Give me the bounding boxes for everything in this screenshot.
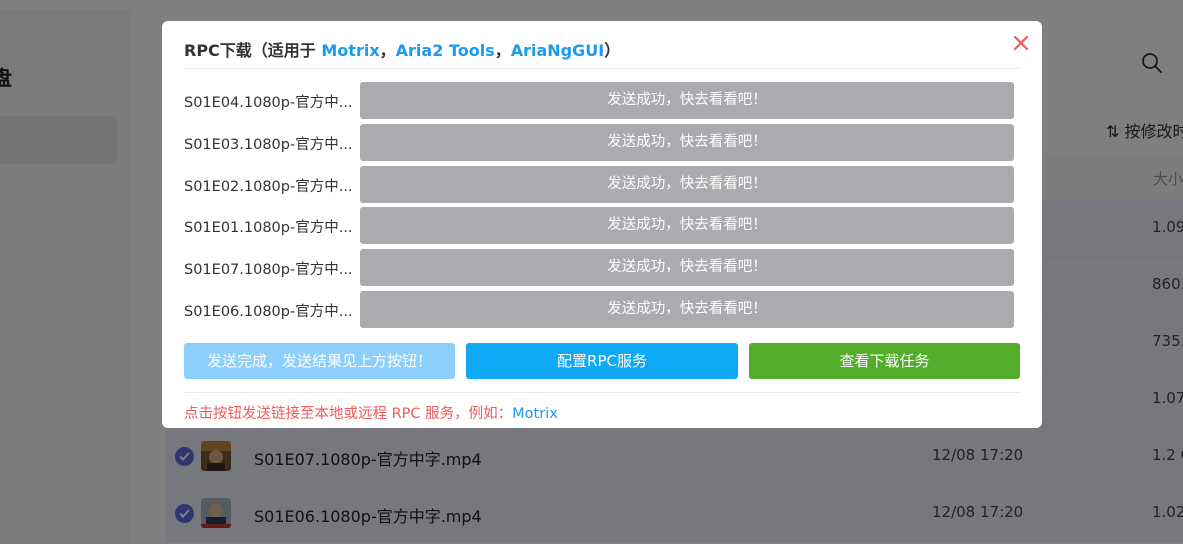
title-separator: ， xyxy=(494,41,511,60)
view-download-tasks-button[interactable]: 查看下载任务 xyxy=(749,343,1020,379)
task-file-name: S01E07.1080p-官方中... xyxy=(184,262,353,278)
task-status-button[interactable]: 发送成功，快去看看吧！ xyxy=(360,166,1014,203)
configure-rpc-button[interactable]: 配置RPC服务 xyxy=(466,343,738,379)
task-file-name: S01E02.1080p-官方中... xyxy=(184,179,353,195)
task-file-name: S01E06.1080p-官方中... xyxy=(184,304,353,320)
rpc-download-dialog: RPC下载（适用于 Motrix，Aria2 Tools，AriaNgGUI） … xyxy=(162,21,1042,428)
task-row: S01E06.1080p-官方中... 发送成功，快去看看吧！ xyxy=(184,291,1014,328)
close-icon[interactable] xyxy=(1011,33,1031,53)
task-status-button[interactable]: 发送成功，快去看看吧！ xyxy=(360,82,1014,119)
task-file-name: S01E01.1080p-官方中... xyxy=(184,220,353,236)
task-row: S01E02.1080p-官方中... 发送成功，快去看看吧！ xyxy=(184,166,1014,203)
send-complete-button[interactable]: 发送完成，发送结果见上方按钮！ xyxy=(184,343,455,379)
divider xyxy=(184,68,1020,69)
task-status-button[interactable]: 发送成功，快去看看吧！ xyxy=(360,207,1014,244)
task-status-button[interactable]: 发送成功，快去看看吧！ xyxy=(360,124,1014,161)
hint-text: 点击按钮发送链接至本地或远程 RPC 服务，例如： xyxy=(184,406,513,422)
title-separator: ， xyxy=(379,41,396,60)
rpc-hint: 点击按钮发送链接至本地或远程 RPC 服务，例如：Motrix xyxy=(184,402,558,423)
dialog-title: RPC下载（适用于 Motrix，Aria2 Tools，AriaNgGUI） xyxy=(184,37,620,61)
title-suffix: ） xyxy=(604,41,621,60)
task-status-button[interactable]: 发送成功，快去看看吧！ xyxy=(360,291,1014,328)
task-row: S01E03.1080p-官方中... 发送成功，快去看看吧！ xyxy=(184,124,1014,161)
motrix-link[interactable]: Motrix xyxy=(321,41,379,60)
task-row: S01E07.1080p-官方中... 发送成功，快去看看吧！ xyxy=(184,249,1014,286)
task-row: S01E04.1080p-官方中... 发送成功，快去看看吧！ xyxy=(184,82,1014,119)
divider xyxy=(184,392,1020,393)
ariang-gui-link[interactable]: AriaNgGUI xyxy=(511,41,604,60)
task-file-name: S01E04.1080p-官方中... xyxy=(184,95,353,111)
task-file-name: S01E03.1080p-官方中... xyxy=(184,137,353,153)
task-status-button[interactable]: 发送成功，快去看看吧！ xyxy=(360,249,1014,286)
title-prefix: RPC下载（适用于 xyxy=(184,41,322,60)
hint-motrix-link[interactable]: Motrix xyxy=(512,406,558,422)
aria2-tools-link[interactable]: Aria2 Tools xyxy=(396,41,495,60)
task-row: S01E01.1080p-官方中... 发送成功，快去看看吧！ xyxy=(184,207,1014,244)
